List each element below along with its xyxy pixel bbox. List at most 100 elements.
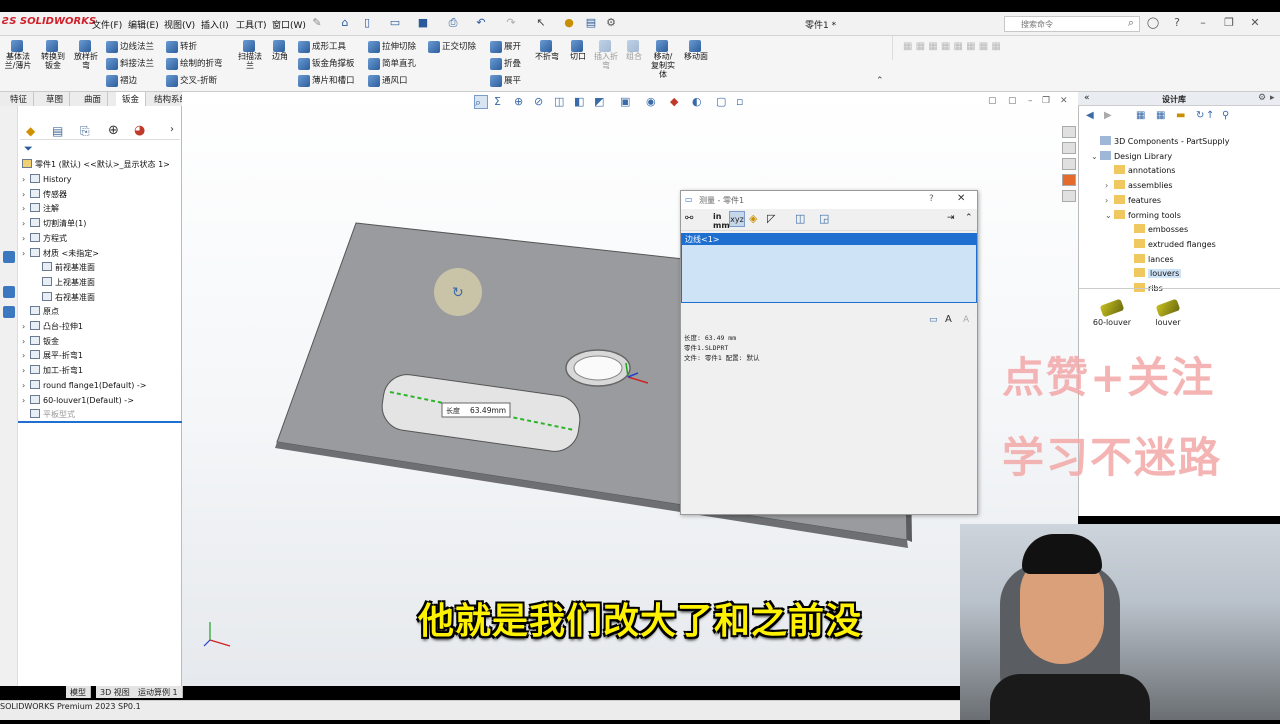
viewport-restore-icon[interactable]: ❐ [1042,96,1050,106]
normal-cut-button[interactable]: 正交切除 [428,40,476,53]
custom-properties-tab-icon[interactable] [1062,190,1076,202]
appearance-icon[interactable]: ◆ [670,95,684,109]
tree-item[interactable]: 原点 [22,306,59,317]
library-row[interactable]: louvers [1125,268,1182,279]
measure-help-icon[interactable]: ? [929,194,934,204]
tool-icon[interactable] [3,306,15,318]
base-flange-button[interactable]: 基体法 兰/薄片 [2,40,34,70]
cross-break-button[interactable]: 交叉-折断 [166,74,217,87]
rollback-bar[interactable] [18,421,182,423]
restore-icon[interactable]: ❐ [1222,16,1236,30]
menu-window[interactable]: 窗口(W) [272,18,306,31]
sheet-metal-icon[interactable] [3,251,15,263]
home-icon[interactable]: ⌂ [338,16,352,30]
tree-item[interactable]: › 凸台-拉伸1 [22,321,83,332]
open-icon[interactable]: ▭ [388,16,402,30]
menu-insert[interactable]: 插入(I) [201,18,229,31]
vent-button[interactable]: 通风口 [368,74,408,87]
library-item[interactable]: louver [1143,298,1193,327]
user-icon[interactable]: ◯ [1146,16,1160,30]
library-row[interactable]: embosses [1125,224,1188,234]
menu-view[interactable]: 视图(V) [164,18,195,31]
up-icon[interactable]: ↑ [1206,110,1214,121]
library-row[interactable]: ⌄ forming tools [1105,209,1181,220]
collapse-dialog-icon[interactable]: ⌃ [965,213,973,223]
tree-arrow-icon[interactable]: › [1105,196,1114,205]
search-input[interactable]: 搜索命令 [1004,16,1140,32]
expand-arrow-icon[interactable]: › [22,351,30,360]
flatten-button[interactable]: 展平 [490,74,521,87]
forming-tool-button[interactable]: 成形工具 [298,40,346,53]
no-bends-button[interactable]: 不折弯 [532,40,562,61]
move-face-button[interactable]: 移动面 [680,40,712,61]
tree-item[interactable]: › 展平-折弯1 [22,350,83,361]
simple-hole-button[interactable]: 简单直孔 [368,57,416,70]
viewport-tile-icon[interactable]: ▢ [1008,96,1017,106]
hem-button[interactable]: 褶边 [106,74,137,87]
close-icon[interactable]: ✕ [1248,16,1262,30]
text-size-small-icon[interactable]: A [963,315,969,325]
expand-arrow-icon[interactable]: › [22,175,30,184]
text-size-icon[interactable]: A [945,314,952,325]
display-style-icon[interactable]: ▣ [620,95,634,109]
help-icon[interactable]: ? [1170,16,1184,30]
library-row[interactable]: › assemblies [1105,180,1173,190]
tree-item[interactable]: › 注解 [22,203,59,214]
expand-pane-icon[interactable]: › [170,124,174,135]
extruded-cut-button[interactable]: 拉伸切除 [368,40,416,53]
expand-arrow-icon[interactable]: › [22,381,30,390]
configuration-manager-icon[interactable]: ⎘ [80,124,90,139]
library-pin-icon[interactable]: ▸ [1270,93,1275,103]
hide-show-icon[interactable]: ◉ [646,95,660,109]
units-precision-icon[interactable]: in mm [713,212,730,230]
tab-0[interactable]: 特征 [4,92,35,106]
expand-arrow-icon[interactable]: › [22,337,30,346]
bottom-tab-0[interactable]: 模型 [66,686,91,698]
tree-item[interactable]: 前视基准面 [34,262,95,273]
tree-arrow-icon[interactable]: › [1105,181,1114,190]
tab-2[interactable]: 曲面 [78,92,109,106]
appearances-tab-icon[interactable] [1062,174,1076,186]
library-row[interactable]: 3D Components - PartSupply [1091,136,1229,146]
point-to-point-icon[interactable]: ◈ [749,212,757,225]
zoom-area-icon[interactable]: ⊕ [514,95,528,109]
corners-button[interactable]: 边角 [268,40,292,61]
viewport-min-icon[interactable]: – [1028,96,1033,106]
selection-list[interactable]: 边线<1> [681,233,977,303]
tree-item[interactable]: › 钣金 [22,335,59,347]
undo-icon[interactable]: ↶ [474,16,488,30]
sheet-metal-gusset-button[interactable]: 钣金角撑板 [298,57,355,70]
redo-icon[interactable]: ↷ [504,16,518,30]
swept-flange-button[interactable]: 扫描法 兰 [234,40,266,70]
file-explorer-tab-icon[interactable] [1062,158,1076,170]
viewport-close-icon[interactable]: ✕ [1060,96,1068,106]
new-doc-icon[interactable]: ▯ [360,16,374,30]
tree-item[interactable]: › 材质 <未指定> [22,247,99,259]
pin-icon[interactable]: ✎ [310,16,324,30]
arc-circle-measure-icon[interactable]: ⚯ [685,213,693,224]
expand-arrow-icon[interactable]: › [22,322,30,331]
combine-button[interactable]: 组合 [622,40,646,61]
add-to-library-icon[interactable]: ▦ [1136,110,1145,121]
view-settings-icon[interactable]: ▢ [716,95,730,109]
menu-tools[interactable]: 工具(T) [236,18,267,31]
library-row[interactable]: › features [1105,194,1161,205]
unfold-button[interactable]: 展开 [490,40,521,53]
measure-history-icon[interactable]: ◫ [795,212,805,225]
tree-item[interactable]: 平板型式 [22,409,75,420]
tab-1[interactable]: 草图 [40,92,71,106]
library-row[interactable]: ⌄ Design Library [1091,150,1172,161]
pin-dialog-icon[interactable]: ⇥ [947,213,955,223]
library-item[interactable]: 60-louver [1087,298,1137,327]
fold-button[interactable]: 折叠 [490,57,521,70]
library-row[interactable]: extruded flanges [1125,238,1216,249]
feature-manager-icon[interactable]: ◆ [26,124,35,138]
bottom-tab-1[interactable]: 3D 视图 [96,686,135,698]
expand-arrow-icon[interactable]: › [22,234,30,243]
dimxpert-icon[interactable]: ⊕ [108,123,119,138]
collapse-ribbon-icon[interactable]: ⌃ [876,76,884,86]
edge-flange-button[interactable]: 边线法兰 [106,40,154,53]
library-settings-gear-icon[interactable]: ⚙ [1258,93,1266,103]
lofted-bend-button[interactable]: 放样折 弯 [70,40,102,70]
expand-arrow-icon[interactable]: › [22,396,30,405]
